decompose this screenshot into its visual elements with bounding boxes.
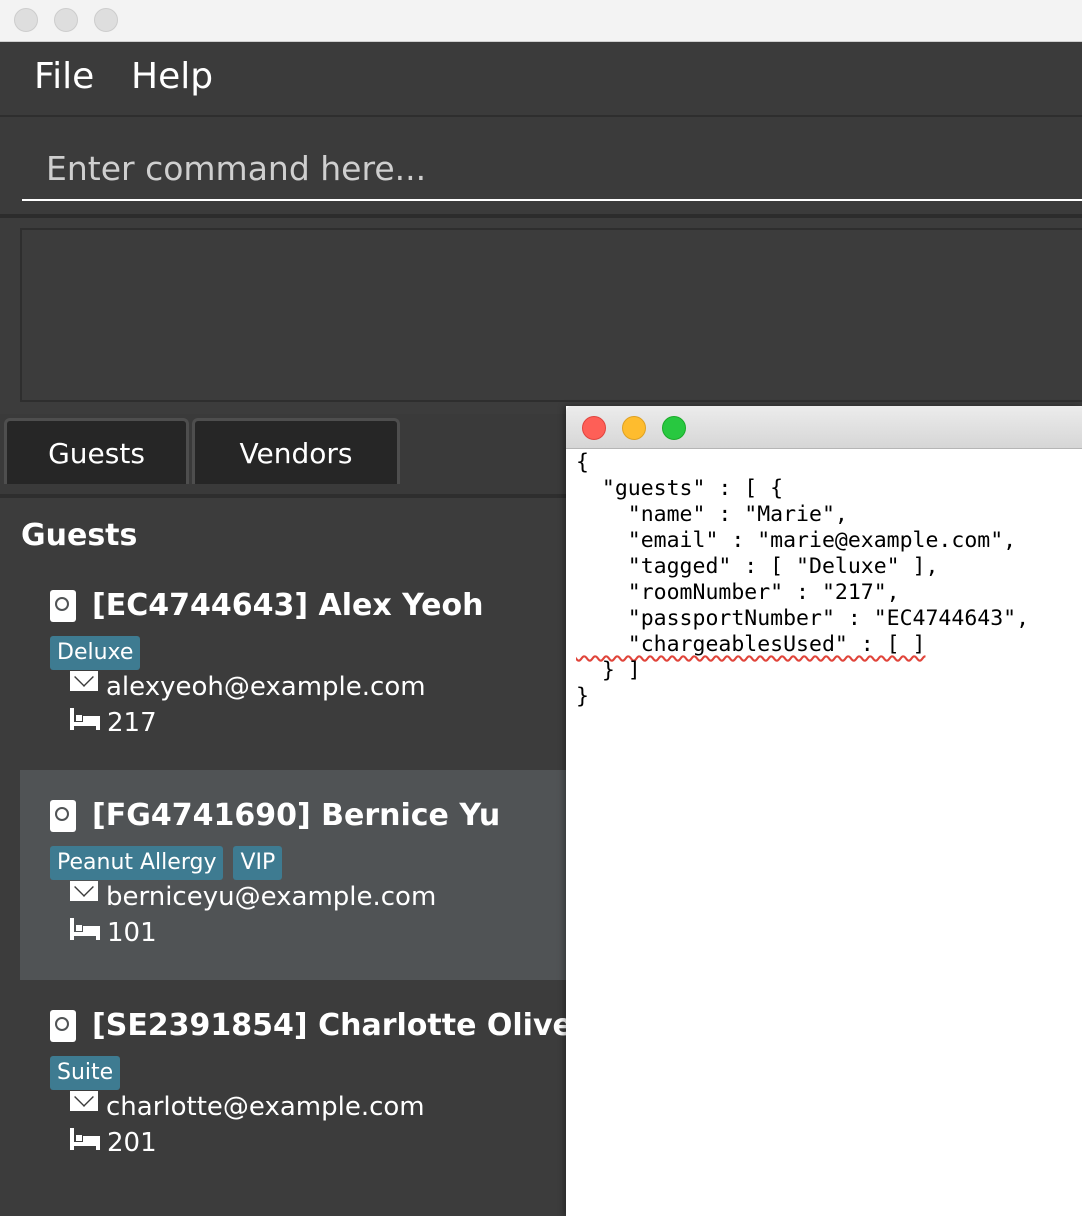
json-line: } ] [576, 658, 641, 683]
guest-tag: Peanut Allergy [50, 846, 224, 880]
window-close-button[interactable] [14, 8, 38, 32]
guest-email-row: charlotte@example.com [70, 1091, 425, 1122]
window-title-bar [0, 0, 1082, 42]
guest-room-row: 217 [70, 708, 157, 738]
json-line: "guests" : [ { [576, 476, 784, 501]
guest-card[interactable]: [EC4744643] Alex Yeoh Deluxe alexyeoh@ex… [20, 560, 566, 770]
guest-email: charlotte@example.com [106, 1092, 425, 1122]
menu-help[interactable]: Help [131, 56, 213, 97]
guest-tags: Peanut Allergy VIP [50, 846, 283, 880]
guest-room: 101 [107, 918, 157, 948]
guest-email-row: alexyeoh@example.com [70, 671, 426, 702]
guest-tag: VIP [233, 846, 283, 880]
guest-room: 217 [107, 708, 157, 738]
menu-bar: File Help [0, 42, 1082, 117]
json-line: "email" : "marie@example.com", [576, 528, 1017, 553]
guest-room: 201 [107, 1128, 157, 1158]
bed-icon [70, 1128, 100, 1150]
guest-passport-number: [EC4744643] [92, 588, 309, 623]
command-box [0, 117, 1082, 218]
guest-room-row: 201 [70, 1128, 157, 1158]
guest-email: alexyeoh@example.com [106, 672, 426, 702]
passport-icon [50, 799, 76, 832]
json-viewer-title-bar [566, 406, 1082, 449]
guest-tag: Deluxe [50, 636, 141, 670]
command-input[interactable] [22, 137, 1082, 201]
guest-card-selected[interactable]: [FG4741690] Bernice Yu Peanut Allergy VI… [20, 770, 566, 980]
window-minimize-button[interactable] [54, 8, 78, 32]
panel-title: Guests [21, 518, 138, 553]
bed-icon [70, 708, 100, 730]
json-line: { [576, 450, 589, 475]
json-viewer-window: { "guests" : [ { "name" : "Marie", "emai… [566, 406, 1082, 1216]
guest-card-title: [SE2391854] Charlotte Oliveiro [50, 1008, 619, 1043]
guest-card[interactable]: [SE2391854] Charlotte Oliveiro Suite cha… [20, 980, 619, 1190]
json-zoom-button[interactable] [662, 416, 686, 440]
json-line-spellcheck: "chargeablesUsed" : [ ] [576, 632, 926, 657]
guest-name: Bernice Yu [321, 798, 501, 833]
envelope-icon [70, 1091, 98, 1111]
bed-icon [70, 918, 100, 940]
passport-icon [50, 1009, 76, 1042]
window-zoom-button[interactable] [94, 8, 118, 32]
json-line: } [576, 684, 589, 709]
envelope-icon [70, 671, 98, 691]
result-display [20, 228, 1082, 402]
menu-file[interactable]: File [34, 56, 94, 97]
guest-room-row: 101 [70, 918, 157, 948]
guest-card-title: [EC4744643] Alex Yeoh [50, 588, 483, 623]
guest-email: berniceyu@example.com [106, 882, 437, 912]
tab-bar: Guests Vendors [0, 414, 566, 498]
json-line: "roomNumber" : "217", [576, 580, 900, 605]
guest-tags: Suite [50, 1056, 121, 1090]
guest-tags: Deluxe [50, 636, 141, 670]
guest-name: Alex Yeoh [318, 588, 484, 623]
json-close-button[interactable] [582, 416, 606, 440]
tab-guests[interactable]: Guests [4, 418, 189, 484]
guest-passport-number: [SE2391854] [92, 1008, 308, 1043]
tab-vendors[interactable]: Vendors [192, 418, 400, 484]
passport-icon [50, 589, 76, 622]
guest-passport-number: [FG4741690] [92, 798, 311, 833]
json-line: "passportNumber" : "EC4744643", [576, 606, 1030, 631]
guest-tag: Suite [50, 1056, 121, 1090]
json-line: "tagged" : [ "Deluxe" ], [576, 554, 939, 579]
guest-card-title: [FG4741690] Bernice Yu [50, 798, 500, 833]
guest-email-row: berniceyu@example.com [70, 881, 437, 912]
json-content[interactable]: { "guests" : [ { "name" : "Marie", "emai… [576, 450, 1029, 710]
json-line: "name" : "Marie", [576, 502, 848, 527]
json-minimize-button[interactable] [622, 416, 646, 440]
envelope-icon [70, 881, 98, 901]
